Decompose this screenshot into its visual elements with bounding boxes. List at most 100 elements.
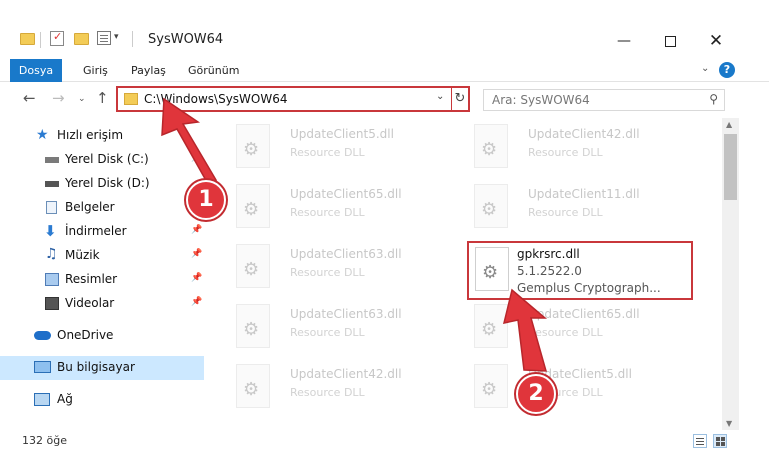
toolbar-divider: [132, 31, 133, 47]
dll-file-icon: ⚙: [474, 124, 508, 168]
sidebar-item-label: Yerel Disk (D:): [65, 176, 150, 190]
file-name: UpdateClient5.dll: [290, 127, 394, 141]
scroll-thumb[interactable]: [724, 134, 737, 200]
tab-share[interactable]: Paylaş: [131, 59, 166, 82]
sidebar-item-disk-c[interactable]: Yerel Disk (C:) 📌: [0, 148, 204, 172]
file-type: Resource DLL: [528, 206, 603, 219]
sidebar-item-quick-access[interactable]: ★ Hızlı erişim: [0, 124, 204, 148]
tab-view[interactable]: Görünüm: [188, 59, 239, 82]
sidebar-item-disk-d[interactable]: Yerel Disk (D:): [0, 172, 204, 196]
list-item[interactable]: ⚙ UpdateClient11.dll Resource DLL: [462, 180, 692, 236]
list-item[interactable]: ⚙ UpdateClient5.dll Resource DLL: [224, 120, 454, 176]
pin-icon[interactable]: 📌: [191, 225, 202, 235]
pin-icon[interactable]: 📌: [191, 153, 202, 163]
title-bar: ✓ ▾ SysWOW64 — ✕: [0, 22, 769, 60]
list-item[interactable]: ⚙ UpdateClient5.dll Resource DLL: [462, 360, 692, 416]
dll-file-icon: ⚙: [236, 244, 270, 288]
drive-icon: [45, 157, 59, 163]
customize-toolbar-icon[interactable]: [97, 31, 111, 45]
close-button[interactable]: ✕: [693, 26, 739, 56]
dll-file-icon: ⚙: [236, 124, 270, 168]
drive-icon: [45, 181, 59, 187]
details-view-icon[interactable]: [693, 434, 707, 448]
ribbon-expand-icon[interactable]: ⌄: [701, 63, 709, 74]
sidebar-item-onedrive[interactable]: OneDrive: [0, 324, 204, 348]
list-item[interactable]: ⚙ UpdateClient65.dll Resource DLL: [224, 180, 454, 236]
sidebar-item-label: Ağ: [57, 392, 73, 406]
sidebar-item-videos[interactable]: Videolar 📌: [0, 292, 204, 316]
chevron-down-icon[interactable]: ⌄: [436, 91, 444, 102]
sidebar-item-this-pc[interactable]: Bu bilgisayar: [0, 356, 204, 380]
documents-icon: [46, 201, 57, 214]
forward-arrow-icon[interactable]: →: [52, 89, 65, 107]
search-icon[interactable]: ⚲: [709, 92, 718, 106]
sidebar-item-network[interactable]: Ağ: [0, 388, 204, 412]
scroll-down-arrow-icon[interactable]: ▼: [726, 419, 732, 428]
minimize-button[interactable]: —: [601, 26, 647, 56]
sidebar-item-label: OneDrive: [57, 328, 114, 342]
back-arrow-icon[interactable]: ←: [23, 89, 36, 107]
window-title: SysWOW64: [148, 32, 224, 47]
status-bar: 132 öğe: [0, 430, 769, 452]
file-name: UpdateClient63.dll: [290, 307, 402, 321]
dll-file-icon: ⚙: [236, 304, 270, 348]
refresh-icon[interactable]: ↻: [451, 88, 468, 110]
file-type: Resource DLL: [528, 326, 603, 339]
file-version: 5.1.2522.0: [517, 264, 582, 278]
chevron-down-icon[interactable]: ▾: [114, 32, 119, 42]
sidebar-item-documents[interactable]: Belgeler 📌: [0, 196, 204, 220]
scroll-up-arrow-icon[interactable]: ▲: [726, 120, 732, 129]
tab-file[interactable]: Dosya: [10, 59, 62, 82]
file-type: Resource DLL: [528, 146, 603, 159]
pin-icon[interactable]: 📌: [191, 297, 202, 307]
list-item[interactable]: ⚙ UpdateClient65.dll Resource DLL: [462, 300, 692, 356]
pin-icon[interactable]: 📌: [191, 273, 202, 283]
sidebar-item-music[interactable]: ♫ Müzik 📌: [0, 244, 204, 268]
sidebar-item-label: Müzik: [65, 248, 100, 262]
list-item[interactable]: ⚙ UpdateClient42.dll Resource DLL: [462, 120, 692, 176]
list-item[interactable]: ⚙ UpdateClient42.dll Resource DLL: [224, 360, 454, 416]
download-icon: ⬇: [44, 222, 57, 240]
tab-home[interactable]: Giriş: [83, 59, 108, 82]
ribbon: Dosya Giriş Paylaş Görünüm ⌄ ?: [0, 59, 769, 82]
file-type: Resource DLL: [290, 206, 365, 219]
address-path[interactable]: C:\Windows\SysWOW64: [144, 92, 288, 106]
vertical-scrollbar[interactable]: ▲ ▼: [722, 118, 739, 430]
sidebar-item-label: Videolar: [65, 296, 115, 310]
star-icon: ★: [36, 127, 49, 143]
sidebar-item-pictures[interactable]: Resimler 📌: [0, 268, 204, 292]
list-item[interactable]: ⚙ UpdateClient63.dll Resource DLL: [224, 300, 454, 356]
dll-file-icon: ⚙: [236, 184, 270, 228]
tiles-view-icon[interactable]: [713, 434, 727, 448]
navigation-bar: ← → ⌄ ↑ C:\Windows\SysWOW64 ⌄ ↻ Ara: Sys…: [0, 83, 769, 115]
video-icon: [45, 297, 59, 310]
cloud-icon: [34, 331, 51, 340]
folder-icon: [124, 93, 138, 105]
new-folder-icon[interactable]: [74, 33, 89, 45]
highlighted-file-gpkrsrc[interactable]: ⚙ gpkrsrc.dll 5.1.2522.0 Gemplus Cryptog…: [467, 241, 693, 300]
dll-file-icon: ⚙: [474, 364, 508, 408]
sidebar-item-label: Belgeler: [65, 200, 115, 214]
recent-chevron-icon[interactable]: ⌄: [78, 94, 86, 104]
file-name: UpdateClient63.dll: [290, 247, 402, 261]
list-item[interactable]: ⚙ UpdateClient63.dll Resource DLL: [224, 240, 454, 296]
sidebar-item-label: Resimler: [65, 272, 118, 286]
pictures-icon: [45, 273, 59, 286]
file-name: UpdateClient42.dll: [528, 127, 640, 141]
pin-icon[interactable]: 📌: [191, 249, 202, 259]
address-bar[interactable]: C:\Windows\SysWOW64 ⌄ ↻: [116, 86, 470, 112]
file-type: Resource DLL: [290, 326, 365, 339]
up-arrow-icon[interactable]: ↑: [96, 89, 109, 107]
step-1-badge: 1: [186, 180, 226, 220]
properties-icon[interactable]: ✓: [50, 30, 64, 46]
item-count: 132 öğe: [22, 434, 67, 447]
file-description: Gemplus Cryptograph...: [517, 281, 661, 295]
search-input[interactable]: Ara: SysWOW64 ⚲: [483, 89, 725, 111]
sidebar-item-downloads[interactable]: ⬇ İndirmeler 📌: [0, 220, 204, 244]
toolbar-divider: [40, 32, 41, 48]
navigation-pane: ★ Hızlı erişim Yerel Disk (C:) 📌 Yerel D…: [0, 118, 208, 430]
help-icon[interactable]: ?: [719, 62, 735, 78]
maximize-button[interactable]: [647, 26, 693, 56]
sidebar-item-label: İndirmeler: [65, 224, 127, 238]
dll-file-icon: ⚙: [475, 247, 509, 291]
